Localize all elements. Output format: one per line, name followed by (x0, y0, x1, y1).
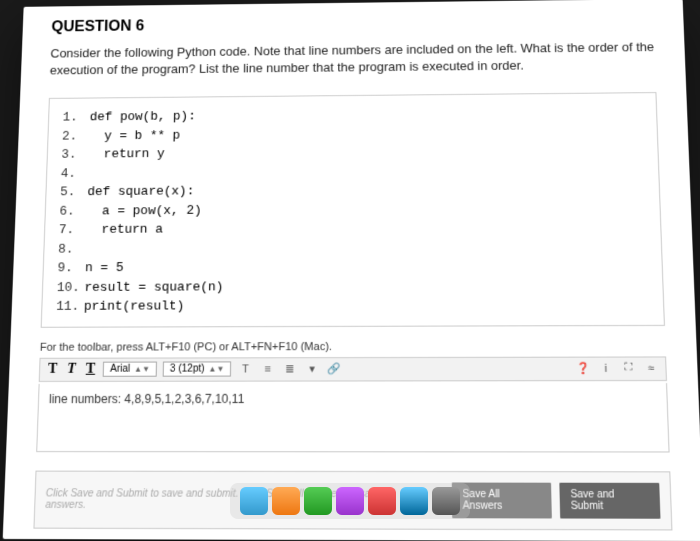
code-block: 1.def pow(b, p):2. y = b ** p3. return y… (41, 92, 665, 327)
save-submit-button[interactable]: Save and Submit (560, 482, 661, 518)
code-line: 8. (58, 236, 647, 258)
help-icon[interactable]: ❓ (575, 360, 592, 376)
toolbar-hint: For the toolbar, press ALT+F10 (PC) or A… (10, 333, 697, 355)
dock-app-icon[interactable] (400, 487, 428, 515)
more-icon[interactable]: ▾ (304, 361, 320, 377)
code-line: 9.n = 5 (57, 256, 648, 278)
code-line: 7. return a (59, 217, 647, 240)
dock-app-icon[interactable] (272, 487, 300, 515)
code-line: 11.print(result) (56, 295, 649, 317)
dock-app-icon[interactable] (432, 487, 460, 515)
dock-app-icon[interactable] (368, 487, 396, 515)
bold-button[interactable]: T (46, 361, 60, 377)
info-icon[interactable]: i (597, 360, 614, 376)
code-line: 10.result = square(n) (57, 275, 649, 297)
answer-textarea[interactable]: line numbers: 4,8,9,5,1,2,3,6,7,10,11 (36, 383, 669, 452)
underline-button[interactable]: T (84, 361, 98, 377)
dock-app-icon[interactable] (304, 487, 332, 515)
text-color-icon[interactable]: T (237, 361, 253, 377)
italic-button[interactable]: T (65, 361, 78, 377)
editor-toolbar: T T T Arial▲▼ 3 (12pt)▲▼ T ≡ ≣ ▾ 🔗 ❓ i ⛶… (39, 356, 667, 381)
dock-app-icon[interactable] (240, 487, 268, 515)
attach-icon[interactable]: 🔗 (326, 361, 342, 377)
size-select[interactable]: 3 (12pt)▲▼ (163, 361, 232, 376)
macos-dock (230, 483, 470, 519)
dock-app-icon[interactable] (336, 487, 364, 515)
number-list-icon[interactable]: ≣ (282, 361, 298, 377)
font-select[interactable]: Arial▲▼ (103, 361, 157, 376)
bullet-list-icon[interactable]: ≡ (260, 361, 276, 377)
question-prompt: Consider the following Python code. Note… (20, 34, 686, 91)
fullscreen-icon[interactable]: ⛶ (620, 360, 637, 376)
collapse-icon[interactable]: ≈ (643, 360, 660, 376)
